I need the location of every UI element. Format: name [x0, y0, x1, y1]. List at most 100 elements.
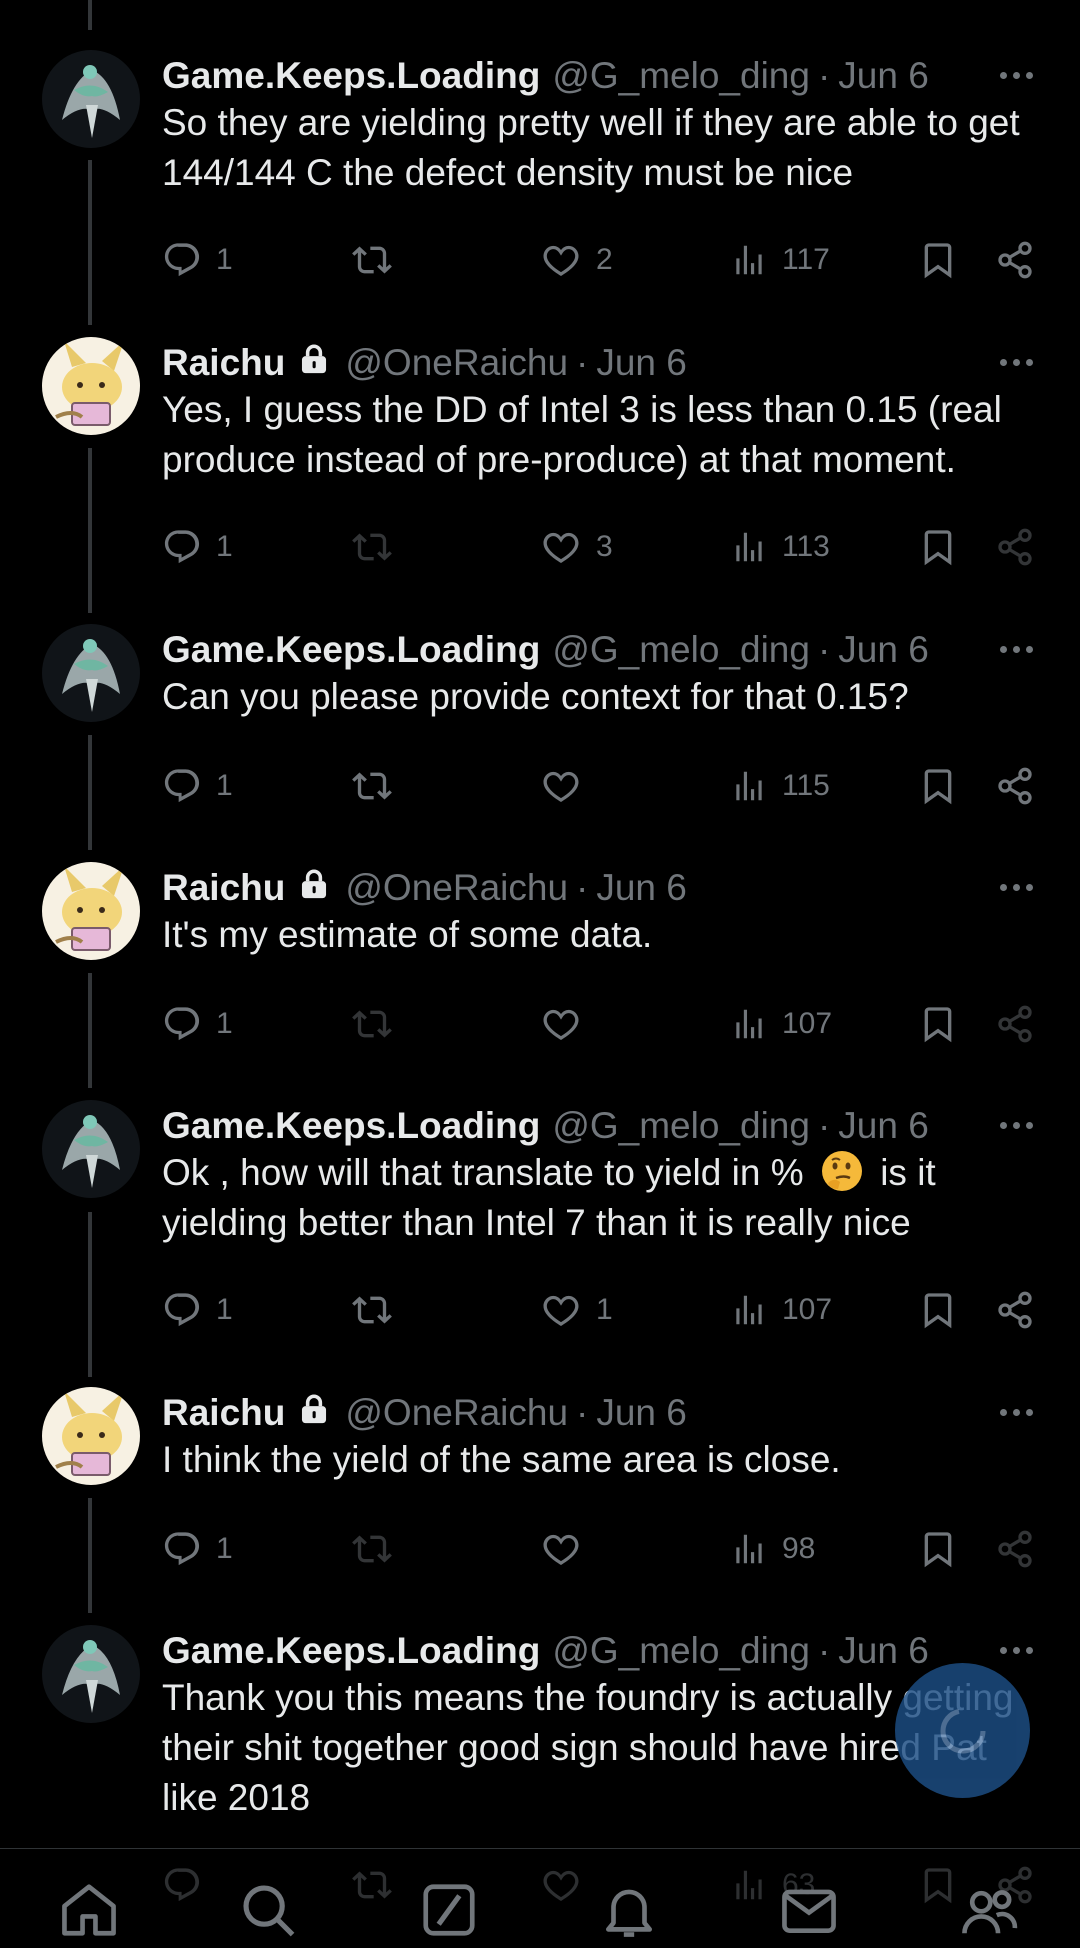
- views-button[interactable]: 115: [730, 756, 830, 816]
- avatar[interactable]: [42, 624, 140, 722]
- like-button[interactable]: [540, 1519, 582, 1579]
- tweet-date[interactable]: Jun 6: [596, 342, 687, 384]
- bookmark-icon: [924, 769, 952, 805]
- bookmark-button[interactable]: [918, 230, 958, 290]
- bookmark-icon: [924, 243, 952, 279]
- views-button[interactable]: 107: [730, 994, 832, 1054]
- search-icon[interactable]: [237, 1879, 299, 1946]
- like-button[interactable]: 1: [540, 1280, 613, 1340]
- reply-button[interactable]: 1: [162, 230, 233, 290]
- share-button[interactable]: [995, 756, 1035, 816]
- share-button[interactable]: [995, 1280, 1035, 1340]
- avatar[interactable]: [42, 862, 140, 960]
- tweet-text-segment: Ok , how will that translate to yield in…: [162, 1152, 804, 1193]
- more-options-icon[interactable]: [995, 872, 1037, 902]
- retweet-button[interactable]: [350, 994, 394, 1054]
- more-options-icon[interactable]: [995, 1635, 1037, 1665]
- tweet-date[interactable]: Jun 6: [838, 629, 929, 671]
- share-icon: [998, 1291, 1032, 1329]
- bookmark-button[interactable]: [918, 756, 958, 816]
- views-button[interactable]: 117: [730, 230, 830, 290]
- user-handle[interactable]: @OneRaichu: [345, 342, 568, 384]
- avatar[interactable]: [42, 1100, 140, 1198]
- separator-dot: ·: [817, 1630, 831, 1671]
- retweet-button[interactable]: [350, 230, 394, 290]
- retweet-icon: [352, 533, 392, 561]
- views-icon: [736, 1295, 762, 1325]
- bookmark-button[interactable]: [918, 1280, 958, 1340]
- communities-icon[interactable]: [958, 1879, 1020, 1946]
- tweet-text: It's my estimate of some data.: [162, 910, 1042, 960]
- gkl-avatar-image: [42, 1100, 140, 1198]
- views-button[interactable]: 107: [730, 1280, 832, 1340]
- like-button[interactable]: 3: [540, 517, 613, 577]
- reply-button[interactable]: 1: [162, 1519, 233, 1579]
- views-button[interactable]: 98: [730, 1519, 815, 1579]
- more-options-icon[interactable]: [995, 1110, 1037, 1140]
- notifications-icon[interactable]: [598, 1879, 660, 1946]
- share-button[interactable]: [995, 1519, 1035, 1579]
- display-name[interactable]: Game.Keeps.Loading: [162, 1105, 540, 1147]
- like-button[interactable]: [540, 994, 582, 1054]
- view-count: 113: [782, 530, 830, 563]
- display-name[interactable]: Game.Keeps.Loading: [162, 55, 540, 97]
- user-handle[interactable]: @OneRaichu: [345, 867, 568, 909]
- raichu-avatar-image: [42, 862, 140, 960]
- tweet-date[interactable]: Jun 6: [596, 1392, 687, 1434]
- reply-button[interactable]: 1: [162, 1280, 233, 1340]
- more-options-icon[interactable]: [995, 347, 1037, 377]
- avatar[interactable]: [42, 1625, 140, 1723]
- avatar[interactable]: [42, 337, 140, 435]
- bookmark-button[interactable]: [918, 1519, 958, 1579]
- retweet-button[interactable]: [350, 756, 394, 816]
- tweet-date[interactable]: Jun 6: [838, 55, 929, 97]
- heart-icon: [543, 532, 579, 563]
- like-button[interactable]: [540, 756, 582, 816]
- share-icon: [998, 528, 1032, 566]
- lock-icon: [297, 341, 331, 386]
- avatar[interactable]: [42, 1387, 140, 1485]
- views-button[interactable]: 113: [730, 517, 830, 577]
- tweet-date[interactable]: Jun 6: [838, 1630, 929, 1672]
- display-name[interactable]: Raichu: [162, 867, 285, 909]
- user-handle[interactable]: @G_melo_ding: [552, 55, 810, 97]
- tweet-text: Ok , how will that translate to yield in…: [162, 1148, 1042, 1248]
- home-icon[interactable]: [58, 1879, 120, 1946]
- raichu-avatar-image: [42, 1387, 140, 1485]
- share-icon: [998, 767, 1032, 805]
- view-count: 107: [782, 1293, 833, 1326]
- gkl-avatar-image: [42, 1625, 140, 1723]
- user-handle[interactable]: @G_melo_ding: [552, 629, 810, 671]
- display-name[interactable]: Raichu: [162, 1392, 285, 1434]
- display-name[interactable]: Game.Keeps.Loading: [162, 1630, 540, 1672]
- user-handle[interactable]: @G_melo_ding: [552, 1105, 810, 1147]
- more-options-icon[interactable]: [995, 60, 1037, 90]
- user-handle[interactable]: @OneRaichu: [345, 1392, 568, 1434]
- tweet-date[interactable]: Jun 6: [838, 1105, 929, 1147]
- display-name[interactable]: Game.Keeps.Loading: [162, 629, 540, 671]
- reply-button[interactable]: 1: [162, 517, 233, 577]
- share-button[interactable]: [995, 230, 1035, 290]
- display-name[interactable]: Raichu: [162, 342, 285, 384]
- reply-button[interactable]: 1: [162, 756, 233, 816]
- grok-icon[interactable]: [418, 1879, 480, 1946]
- floating-action-button[interactable]: [895, 1663, 1030, 1798]
- reply-button[interactable]: 1: [162, 994, 233, 1054]
- like-button[interactable]: 2: [540, 230, 613, 290]
- tweet-text-line: I think the yield of the same area is cl…: [162, 1439, 841, 1480]
- share-icon: [998, 1530, 1032, 1568]
- user-handle[interactable]: @G_melo_ding: [552, 1630, 810, 1672]
- tweet-date[interactable]: Jun 6: [596, 867, 687, 909]
- bookmark-button[interactable]: [918, 517, 958, 577]
- more-options-icon[interactable]: [995, 634, 1037, 664]
- avatar[interactable]: [42, 50, 140, 148]
- share-button[interactable]: [995, 517, 1035, 577]
- messages-icon[interactable]: [778, 1879, 840, 1946]
- retweet-button[interactable]: [350, 1519, 394, 1579]
- more-options-icon[interactable]: [995, 1397, 1037, 1427]
- retweet-button[interactable]: [350, 517, 394, 577]
- share-button[interactable]: [995, 994, 1035, 1054]
- retweet-button[interactable]: [350, 1280, 394, 1340]
- reply-count: 1: [216, 1007, 233, 1040]
- bookmark-button[interactable]: [918, 994, 958, 1054]
